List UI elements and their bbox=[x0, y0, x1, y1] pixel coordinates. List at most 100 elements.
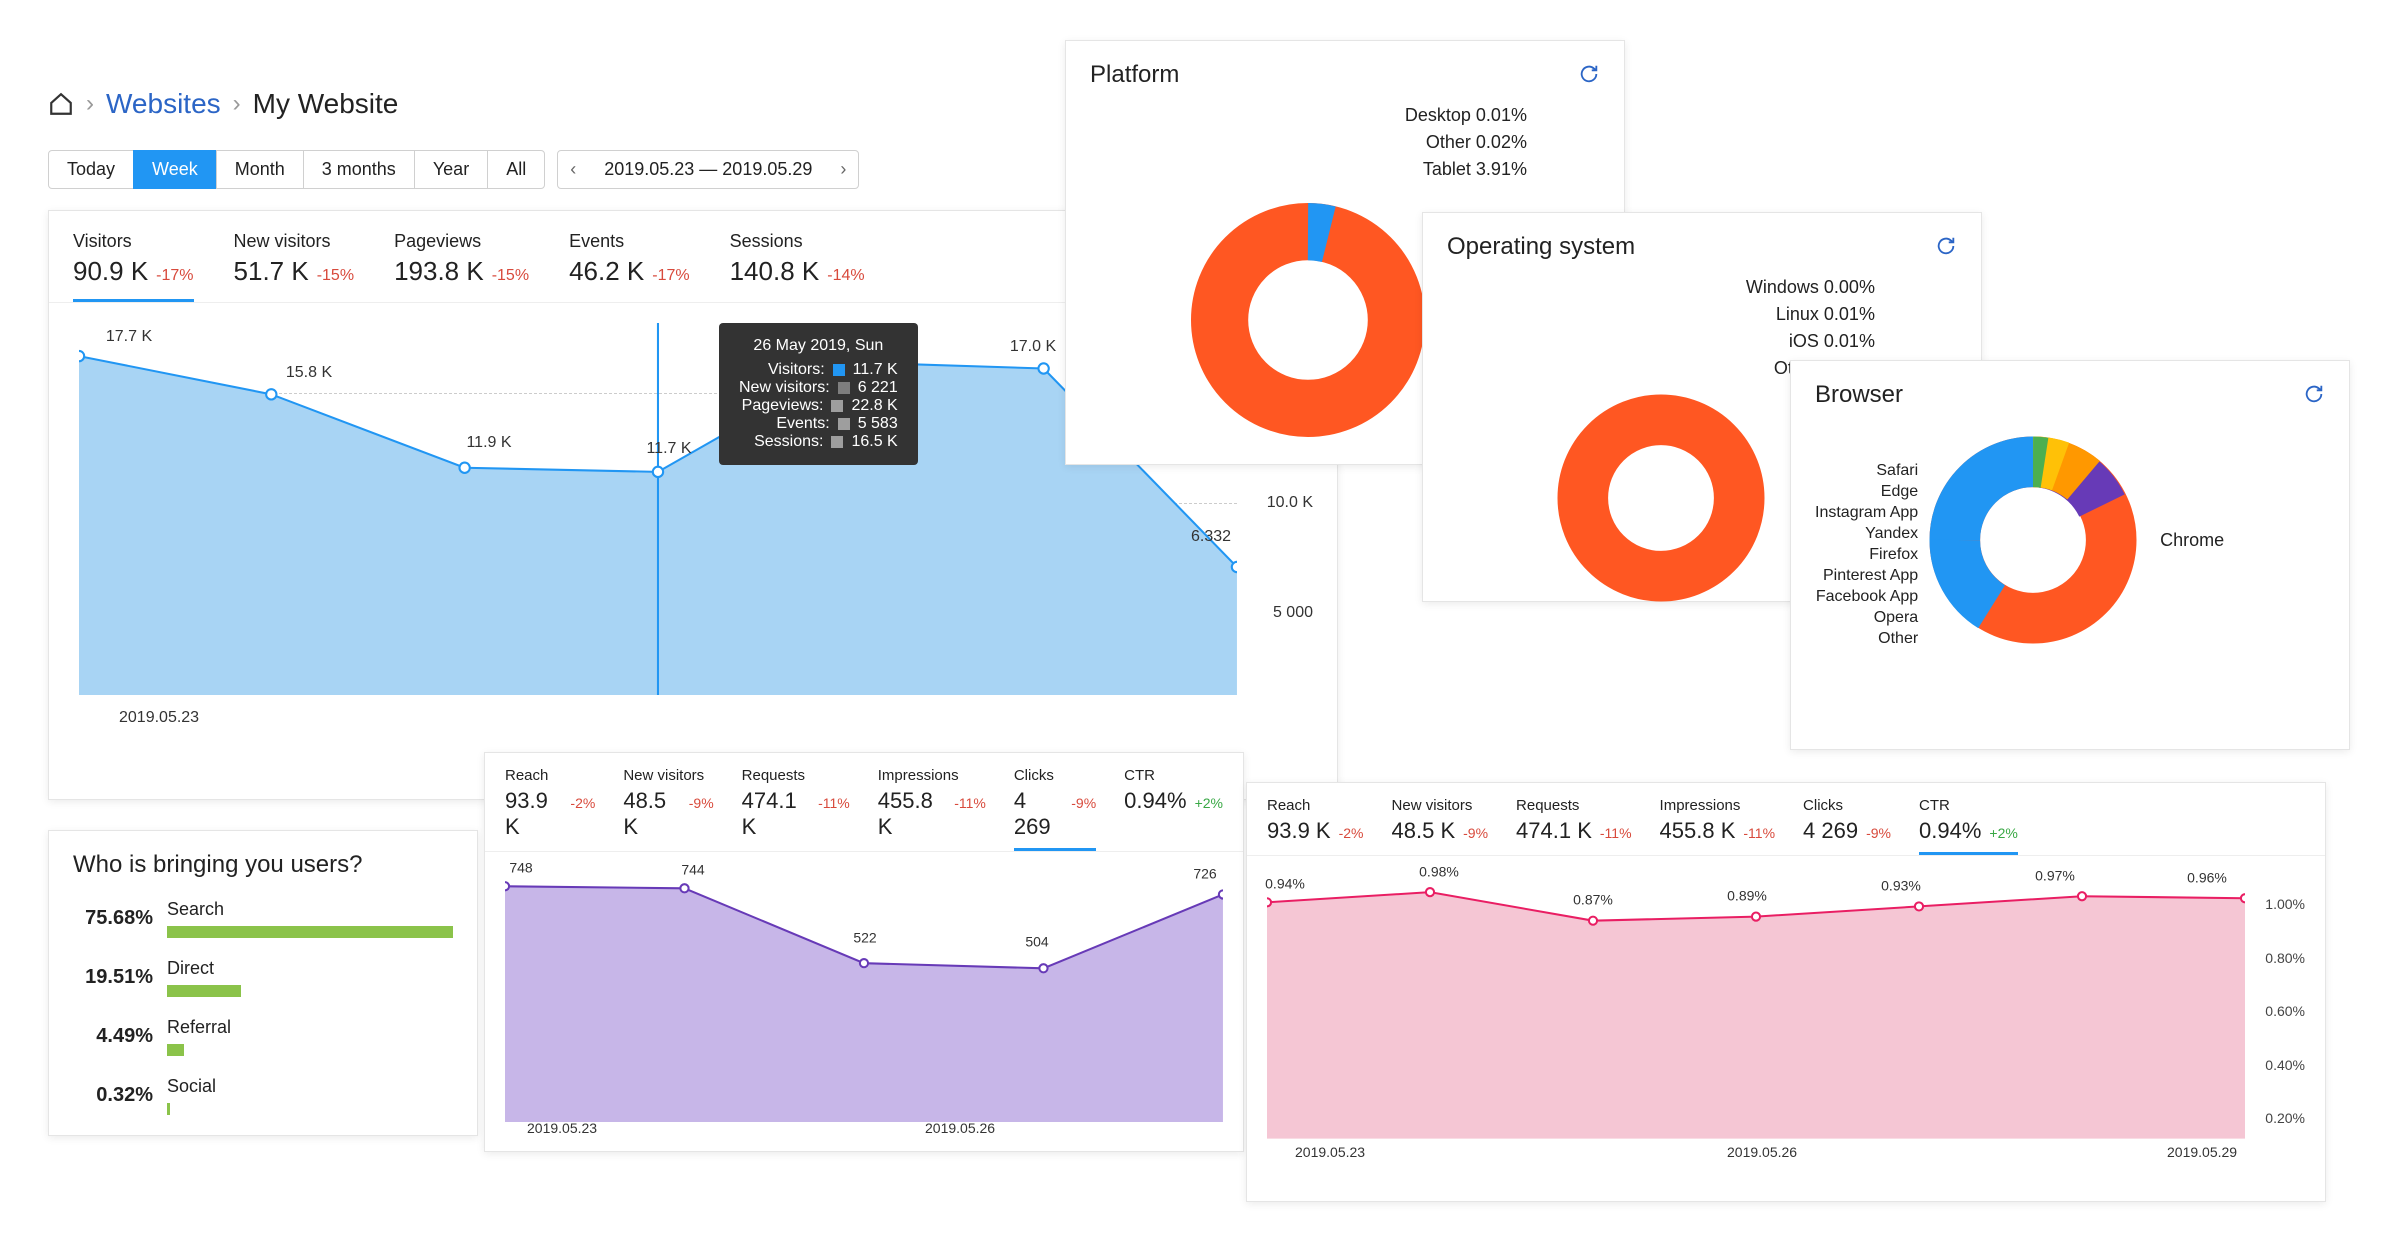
data-label: 0.96% bbox=[2187, 870, 2227, 886]
source-row[interactable]: 75.68% Search bbox=[49, 899, 477, 958]
kpi-label: Sessions bbox=[730, 231, 865, 252]
kpi-label: CTR bbox=[1919, 797, 2018, 814]
kpi-value: 4 269 bbox=[1803, 818, 1858, 844]
kpi-label: CTR bbox=[1124, 767, 1223, 784]
data-label: 504 bbox=[1025, 934, 1048, 950]
kpi-delta: -9% bbox=[689, 795, 714, 811]
kpi-delta: -15% bbox=[317, 267, 354, 285]
x-tick: 2019.05.23 bbox=[119, 709, 199, 727]
color-swatch bbox=[838, 382, 850, 394]
kpi-tab[interactable]: Pageviews 193.8 K -15% bbox=[394, 231, 529, 302]
ctr-panel: Reach 93.9 K -2% New visitors 48.5 K -9% R… bbox=[1246, 782, 2326, 1202]
tooltip-row-label: Pageviews: bbox=[742, 397, 824, 415]
kpi-delta: +2% bbox=[1989, 825, 2017, 841]
clicks-panel: Reach 93.9 K -2% New visitors 48.5 K -9% R… bbox=[484, 752, 1244, 1152]
refresh-icon[interactable] bbox=[1578, 63, 1600, 85]
area-chart-svg bbox=[79, 323, 1237, 695]
kpi-delta: -11% bbox=[1600, 825, 1632, 841]
data-label: 0.97% bbox=[2035, 868, 2075, 884]
kpi-tab[interactable]: Requests 474.1 K -11% bbox=[1516, 797, 1632, 855]
refresh-icon[interactable] bbox=[1935, 235, 1957, 257]
donut-label: Other 0.02% bbox=[1405, 132, 1527, 153]
date-next-button[interactable]: › bbox=[828, 151, 858, 188]
kpi-delta: -11% bbox=[1743, 825, 1775, 841]
donut-chart bbox=[1546, 383, 1776, 613]
kpi-tab[interactable]: Requests 474.1 K -11% bbox=[742, 767, 850, 851]
data-label: 0.89% bbox=[1727, 888, 1767, 904]
kpi-delta: -2% bbox=[570, 795, 595, 811]
donut-label: iOS 0.01% bbox=[1746, 331, 1875, 352]
kpi-tabs: Reach 93.9 K -2% New visitors 48.5 K -9% R… bbox=[485, 753, 1243, 852]
home-icon[interactable] bbox=[48, 91, 74, 117]
tooltip-row-label: Visitors: bbox=[768, 361, 825, 379]
kpi-tab[interactable]: Reach 93.9 K -2% bbox=[505, 767, 595, 851]
range-week[interactable]: Week bbox=[133, 150, 217, 189]
kpi-tab[interactable]: Sessions 140.8 K -14% bbox=[730, 231, 865, 302]
kpi-label: Pageviews bbox=[394, 231, 529, 252]
source-pct: 19.51% bbox=[73, 966, 153, 989]
kpi-tab[interactable]: New visitors 48.5 K -9% bbox=[623, 767, 713, 851]
kpi-tab[interactable]: Clicks 4 269 -9% bbox=[1014, 767, 1096, 851]
kpi-value: 474.1 K bbox=[1516, 818, 1592, 844]
source-row[interactable]: 19.51% Direct bbox=[49, 958, 477, 1017]
kpi-delta: -17% bbox=[652, 267, 689, 285]
y-axis-ticks: 1.00%0.80%0.60%0.40%0.20% bbox=[2265, 896, 2305, 1126]
kpi-value: 48.5 K bbox=[1392, 818, 1456, 844]
kpi-tab[interactable]: CTR 0.94% +2% bbox=[1124, 767, 1223, 851]
kpi-value: 474.1 K bbox=[742, 788, 810, 840]
data-label: 0.87% bbox=[1573, 892, 1613, 908]
chart-tooltip: 26 May 2019, Sun Visitors:11.7 KNew visi… bbox=[719, 323, 918, 465]
kpi-delta: -17% bbox=[156, 267, 193, 285]
x-tick: 2019.05.29 bbox=[2167, 1144, 2237, 1160]
source-row[interactable]: 4.49% Referral bbox=[49, 1017, 477, 1076]
kpi-tab[interactable]: Impressions 455.8 K -11% bbox=[1660, 797, 1776, 855]
tooltip-date: 26 May 2019, Sun bbox=[739, 337, 898, 355]
kpi-tab[interactable]: New visitors 51.7 K -15% bbox=[234, 231, 355, 302]
color-swatch bbox=[831, 400, 843, 412]
kpi-tab[interactable]: New visitors 48.5 K -9% bbox=[1392, 797, 1489, 855]
kpi-label: Requests bbox=[1516, 797, 1632, 814]
kpi-tab[interactable]: Visitors 90.9 K -17% bbox=[73, 231, 194, 302]
kpi-label: New visitors bbox=[623, 767, 713, 784]
date-prev-button[interactable]: ‹ bbox=[558, 151, 588, 188]
source-bar bbox=[167, 985, 241, 997]
date-range-label[interactable]: 2019.05.23 — 2019.05.29 bbox=[588, 151, 828, 188]
kpi-tab[interactable]: Reach 93.9 K -2% bbox=[1267, 797, 1364, 855]
donut-label: Firefox bbox=[1815, 546, 1918, 564]
donut-chart bbox=[1178, 190, 1438, 450]
kpi-delta: -11% bbox=[818, 795, 850, 811]
date-range-selector: Today Week Month 3 months Year All ‹ 201… bbox=[48, 150, 859, 189]
x-tick: 2019.05.26 bbox=[1727, 1144, 1797, 1160]
card-title: Platform bbox=[1066, 41, 1624, 89]
kpi-delta: -2% bbox=[1339, 825, 1364, 841]
range-all[interactable]: All bbox=[487, 150, 545, 189]
kpi-delta: -15% bbox=[492, 267, 529, 285]
source-name: Search bbox=[167, 899, 453, 920]
kpi-tab[interactable]: Clicks 4 269 -9% bbox=[1803, 797, 1891, 855]
kpi-label: Clicks bbox=[1014, 767, 1096, 784]
source-name: Direct bbox=[167, 958, 453, 979]
refresh-icon[interactable] bbox=[2303, 383, 2325, 405]
data-label: 0.98% bbox=[1419, 864, 1459, 880]
x-tick: 2019.05.26 bbox=[925, 1120, 995, 1136]
kpi-value: 51.7 K bbox=[234, 256, 309, 287]
range-3months[interactable]: 3 months bbox=[303, 150, 415, 189]
kpi-value: 455.8 K bbox=[878, 788, 946, 840]
donut-label: Tablet 3.91% bbox=[1405, 159, 1527, 180]
breadcrumb-websites[interactable]: Websites bbox=[106, 88, 221, 120]
y-tick: 0.40% bbox=[2265, 1057, 2305, 1073]
kpi-tab[interactable]: Impressions 455.8 K -11% bbox=[878, 767, 986, 851]
kpi-tab[interactable]: Events 46.2 K -17% bbox=[569, 231, 690, 302]
kpi-tab[interactable]: CTR 0.94% +2% bbox=[1919, 797, 2018, 855]
tooltip-row-label: Events: bbox=[776, 415, 829, 433]
data-label: 11.7 K bbox=[646, 440, 691, 458]
range-today[interactable]: Today bbox=[48, 150, 134, 189]
kpi-label: New visitors bbox=[1392, 797, 1489, 814]
tooltip-row-label: New visitors: bbox=[739, 379, 830, 397]
range-month[interactable]: Month bbox=[216, 150, 304, 189]
range-year[interactable]: Year bbox=[414, 150, 488, 189]
source-bar bbox=[167, 1044, 184, 1056]
source-row[interactable]: 0.32% Social bbox=[49, 1076, 477, 1135]
source-pct: 4.49% bbox=[73, 1025, 153, 1048]
source-pct: 0.32% bbox=[73, 1084, 153, 1107]
